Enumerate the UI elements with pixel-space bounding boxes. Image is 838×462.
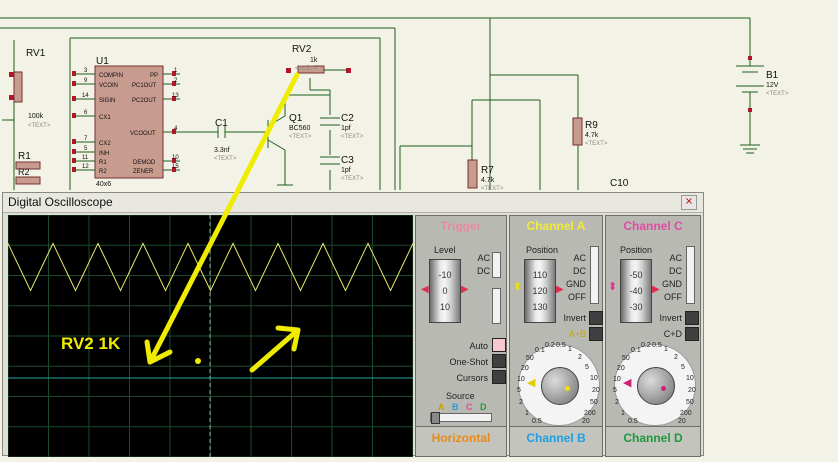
annotation-arrow-up — [249, 327, 301, 373]
annotation-arrow-to-rv2 — [147, 72, 300, 365]
annotation-overlay — [144, 72, 301, 373]
annotation-label: RV2 1K — [61, 334, 121, 353]
annotation-dot — [195, 358, 201, 364]
